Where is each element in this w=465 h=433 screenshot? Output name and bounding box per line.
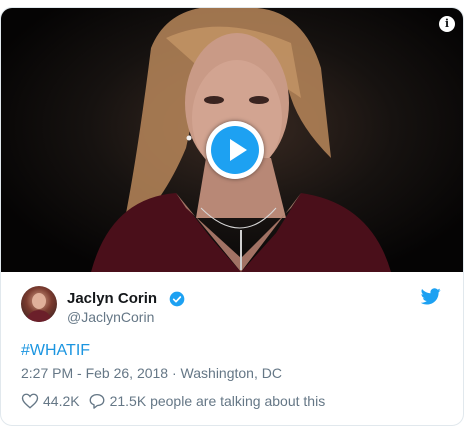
video-thumbnail[interactable]: i (1, 8, 463, 272)
author-handle[interactable]: @JaclynCorin (67, 309, 154, 325)
avatar[interactable] (21, 286, 57, 322)
tweet-metadata: 2:27 PM - Feb 26, 2018 · Washington, DC (21, 365, 282, 381)
tweet-embed-card: i Jaclyn Corin @JaclynCorin #WHATIF 2:27… (0, 7, 464, 426)
tweet-location[interactable]: Washington, DC (181, 365, 282, 381)
tweet-actions: 44.2K 21.5K people are talking about thi… (21, 392, 325, 410)
verified-badge-icon (169, 291, 185, 307)
reply-icon[interactable] (88, 392, 106, 410)
like-count[interactable]: 44.2K (43, 393, 80, 409)
author-name[interactable]: Jaclyn Corin (67, 290, 157, 307)
meta-separator: · (171, 365, 177, 381)
play-button[interactable] (206, 121, 264, 179)
heart-icon[interactable] (21, 392, 39, 410)
twitter-bird-icon[interactable] (421, 288, 441, 305)
tweet-timestamp[interactable]: 2:27 PM - Feb 26, 2018 (21, 365, 168, 381)
tweet-hashtag-link[interactable]: #WHATIF (21, 342, 90, 360)
tweet-author[interactable]: Jaclyn Corin @JaclynCorin (21, 286, 441, 326)
play-icon (211, 126, 259, 174)
info-icon[interactable]: i (439, 16, 455, 32)
conversation-count[interactable]: 21.5K people are talking about this (110, 393, 326, 409)
